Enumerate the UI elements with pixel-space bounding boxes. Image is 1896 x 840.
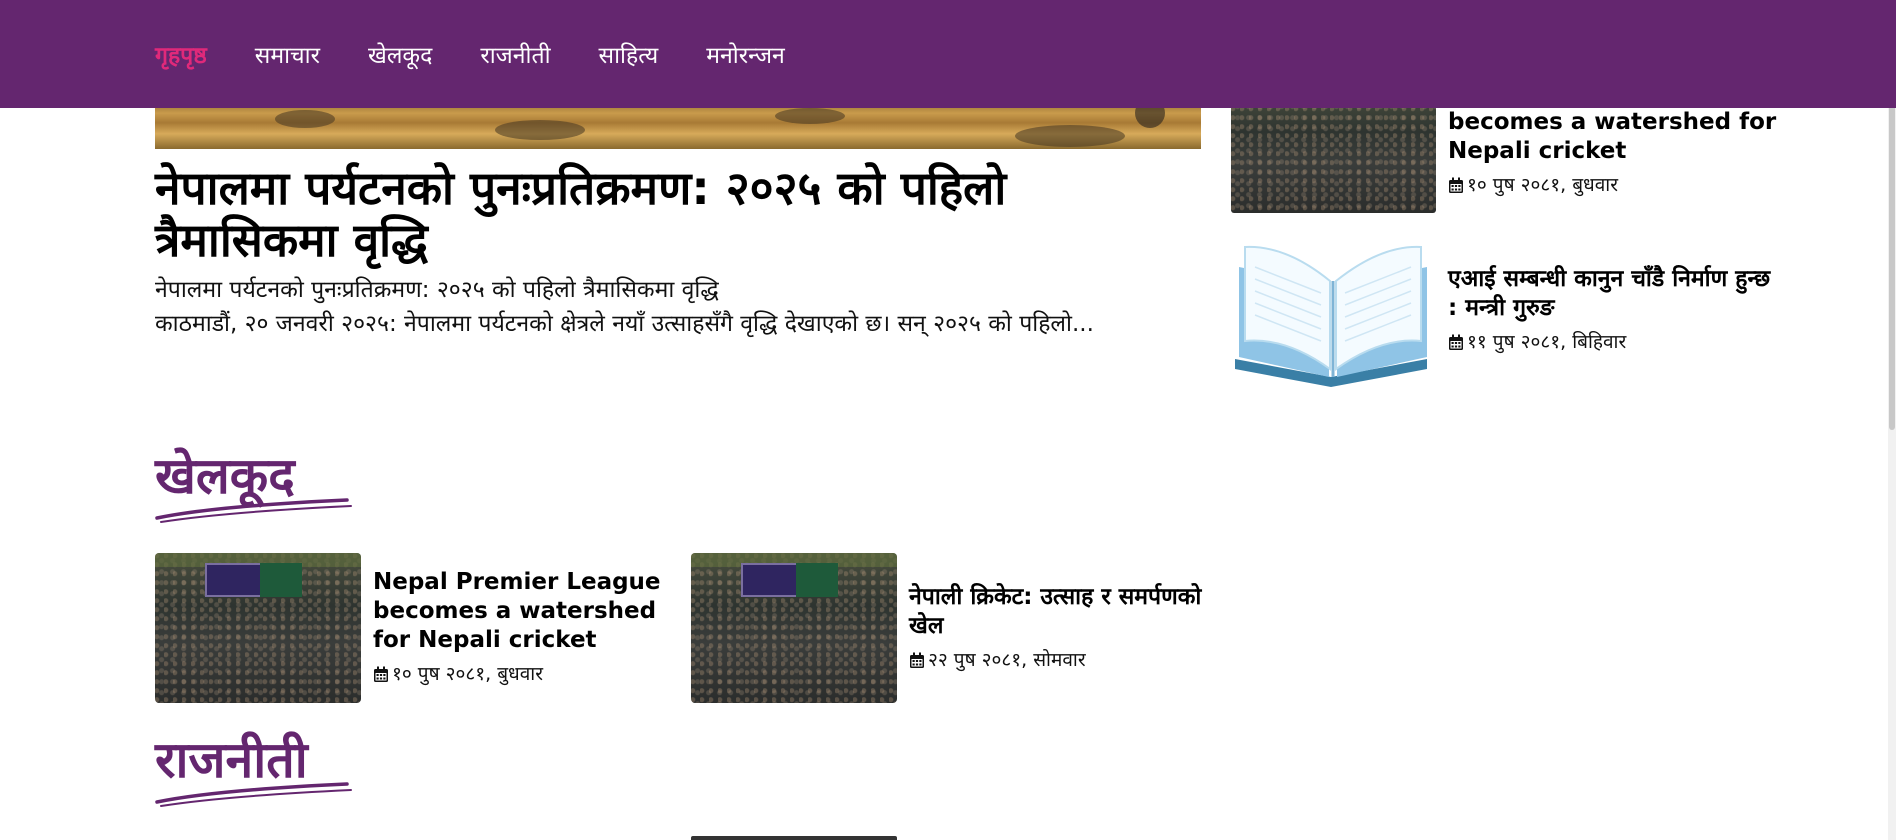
sports-news-card[interactable]: Nepal Premier League becomes a watershed… bbox=[155, 553, 675, 703]
sidebar-news-item[interactable]: becomes a watershed for Nepali cricket १… bbox=[1231, 88, 1831, 213]
hero-headline[interactable]: नेपालमा पर्यटनको पुनःप्रतिक्रमण: २०२५ को… bbox=[155, 162, 1201, 266]
sidebar-news-title[interactable]: becomes a watershed for Nepali cricket bbox=[1448, 108, 1778, 166]
sidebar-news-title[interactable]: एआई सम्बन्धी कानुन चाँडै निर्माण हुन्छ :… bbox=[1448, 265, 1778, 323]
calendar-icon bbox=[1449, 334, 1463, 350]
section-underline-decoration bbox=[155, 782, 352, 807]
open-book-thumbnail[interactable] bbox=[1231, 237, 1436, 387]
calendar-icon bbox=[1449, 177, 1463, 193]
stadium-crowd-thumbnail[interactable] bbox=[691, 553, 897, 703]
section-underline-decoration bbox=[155, 498, 352, 523]
sports-news-text: Nepal Premier League becomes a watershed… bbox=[373, 568, 673, 687]
sports-news-date-text: १० पुष २०८१, बुधवार bbox=[392, 663, 544, 685]
sports-news-date-text: २२ पुष २०८१, सोमवार bbox=[928, 649, 1086, 671]
page: गृहपृष्ठ समाचार खेलकूद राजनीती साहित्य म… bbox=[0, 0, 1896, 840]
nav-item-literature[interactable]: साहित्य bbox=[599, 38, 659, 70]
calendar-icon bbox=[910, 652, 924, 668]
sidebar-news-text: becomes a watershed for Nepali cricket १… bbox=[1448, 108, 1778, 198]
hero-subtitle: नेपालमा पर्यटनको पुनःप्रतिक्रमण: २०२५ को… bbox=[155, 277, 719, 303]
section-title-politics[interactable]: राजनीती bbox=[155, 730, 308, 790]
sidebar-news-date-text: ११ पुष २०८१, बिहिवार bbox=[1467, 331, 1627, 353]
top-navbar: गृहपृष्ठ समाचार खेलकूद राजनीती साहित्य म… bbox=[0, 0, 1896, 108]
sports-news-title[interactable]: Nepal Premier League becomes a watershed… bbox=[373, 568, 673, 655]
open-book-icon bbox=[1235, 245, 1427, 387]
nav-item-entertainment[interactable]: मनोरन्जन bbox=[706, 38, 785, 70]
nav-item-home[interactable]: गृहपृष्ठ bbox=[155, 38, 207, 70]
politics-card-thumbnail-edge[interactable] bbox=[691, 836, 897, 840]
calendar-icon bbox=[374, 666, 388, 682]
sports-news-text: नेपाली क्रिकेट: उत्साह र समर्पणको खेल २२… bbox=[909, 583, 1209, 673]
sidebar-news-date: १० पुष २०८१, बुधवार bbox=[1448, 172, 1778, 198]
sports-news-date: १० पुष २०८१, बुधवार bbox=[373, 661, 673, 687]
hero-excerpt: काठमाडौं, २० जनवरी २०२५: नेपालमा पर्यटनक… bbox=[155, 311, 1094, 337]
nav-item-news[interactable]: समाचार bbox=[255, 38, 320, 70]
page-scrollbar[interactable] bbox=[1888, 0, 1896, 840]
section-title-sports[interactable]: खेलकूद bbox=[155, 446, 295, 506]
sports-news-date: २२ पुष २०८१, सोमवार bbox=[909, 647, 1209, 673]
sidebar-news-date: ११ पुष २०८१, बिहिवार bbox=[1448, 329, 1778, 355]
nav-item-sports[interactable]: खेलकूद bbox=[368, 38, 432, 70]
stadium-crowd-thumbnail[interactable] bbox=[155, 553, 361, 703]
sports-news-title[interactable]: नेपाली क्रिकेट: उत्साह र समर्पणको खेल bbox=[909, 583, 1209, 641]
sports-news-card[interactable]: नेपाली क्रिकेट: उत्साह र समर्पणको खेल २२… bbox=[691, 553, 1211, 703]
sidebar-news-text: एआई सम्बन्धी कानुन चाँडै निर्माण हुन्छ :… bbox=[1448, 265, 1778, 355]
sidebar-news-date-text: १० पुष २०८१, बुधवार bbox=[1467, 174, 1619, 196]
nav-list: गृहपृष्ठ समाचार खेलकूद राजनीती साहित्य म… bbox=[155, 0, 833, 108]
nav-item-politics[interactable]: राजनीती bbox=[480, 38, 550, 70]
sidebar-news-item[interactable]: एआई सम्बन्धी कानुन चाँडै निर्माण हुन्छ :… bbox=[1231, 237, 1831, 387]
